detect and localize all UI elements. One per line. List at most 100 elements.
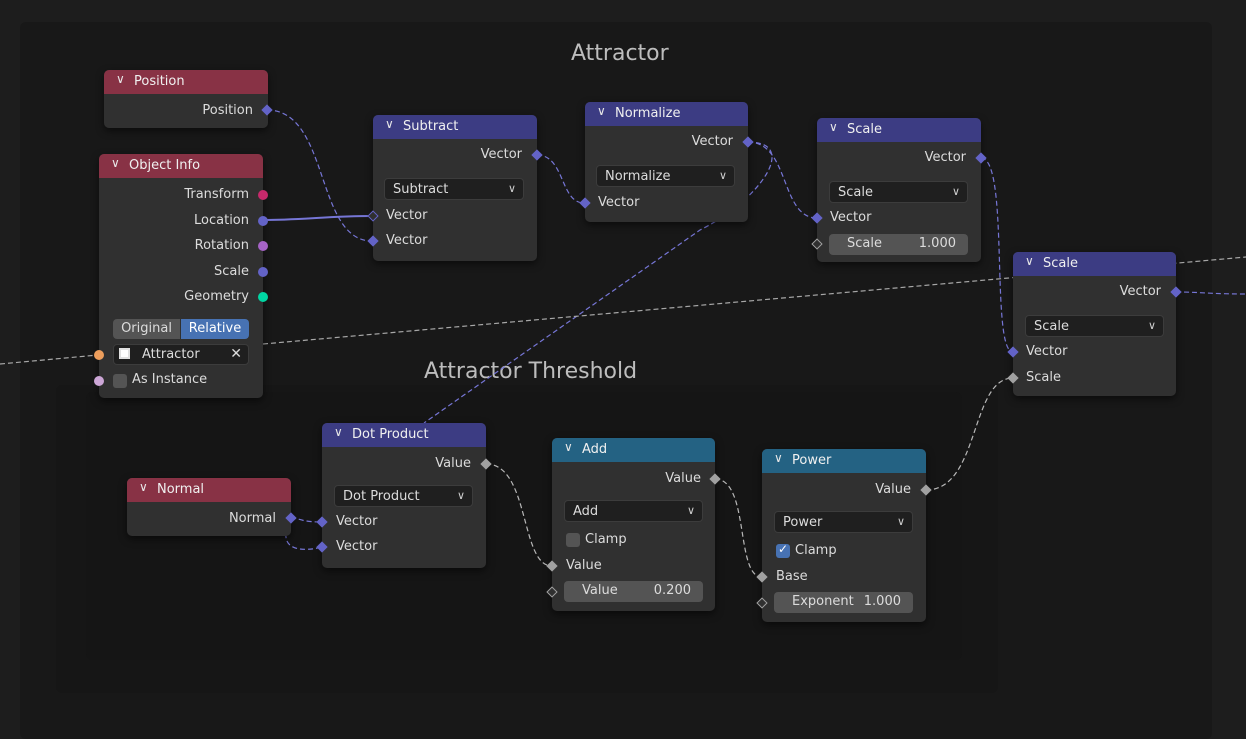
toggle-original[interactable]: Original <box>113 319 180 339</box>
clamp-label: Clamp <box>585 532 627 547</box>
node-header[interactable]: ∨ Scale <box>817 118 981 142</box>
node-header[interactable]: ∨ Object Info <box>99 154 263 178</box>
chevron-down-icon: ∨ <box>686 504 695 517</box>
node-title: Power <box>792 453 832 468</box>
operation-dropdown[interactable]: Dot Product ∨ <box>334 485 473 507</box>
field-value: 1.000 <box>863 594 901 609</box>
node-header[interactable]: ∨ Normalize <box>585 102 748 126</box>
chevron-down-icon[interactable]: ∨ <box>829 120 838 134</box>
node-header[interactable]: ∨ Scale <box>1013 252 1176 276</box>
dropdown-value: Scale <box>838 185 873 200</box>
output-value-label: Value <box>665 471 701 486</box>
node-header[interactable]: ∨ Dot Product <box>322 423 486 447</box>
object-name: Attractor <box>142 347 200 362</box>
input-vector-label: Vector <box>336 514 378 529</box>
node-object-info[interactable]: ∨ Object Info Transform Location Rotatio… <box>94 154 268 398</box>
chevron-down-icon[interactable]: ∨ <box>1025 254 1034 268</box>
node-title: Object Info <box>129 158 201 173</box>
as-instance-label: As Instance <box>132 372 208 387</box>
object-field[interactable]: Attractor ✕ <box>113 344 249 365</box>
clear-icon[interactable]: ✕ <box>230 346 242 362</box>
node-title: Normalize <box>615 106 681 121</box>
clamp-checkbox[interactable] <box>776 542 790 558</box>
input-base-label: Base <box>776 569 808 584</box>
input-vector-label: Vector <box>1026 344 1068 359</box>
operation-dropdown[interactable]: Normalize ∨ <box>596 165 735 187</box>
output-position-label: Position <box>202 103 253 118</box>
node-title: Scale <box>847 122 882 137</box>
node-normalize[interactable]: ∨ Normalize Vector Normalize ∨ Vector <box>579 102 754 222</box>
output-geometry-label: Geometry <box>184 289 249 304</box>
chevron-down-icon[interactable]: ∨ <box>111 156 120 170</box>
as-instance-checkbox[interactable] <box>113 374 127 388</box>
dropdown-value: Power <box>783 515 823 530</box>
node-scale-2[interactable]: ∨ Scale Vector Scale ∨ Vector Scale <box>1007 252 1182 396</box>
node-subtract[interactable]: ∨ Subtract Vector Subtract ∨ Vector Vect… <box>367 115 543 261</box>
chevron-down-icon[interactable]: ∨ <box>774 451 783 465</box>
input-vector-label: Vector <box>336 539 378 554</box>
chevron-down-icon[interactable]: ∨ <box>597 104 606 118</box>
output-transform-label: Transform <box>184 187 249 202</box>
chevron-down-icon[interactable]: ∨ <box>564 440 573 454</box>
exponent-field[interactable]: Exponent 1.000 <box>774 592 913 613</box>
output-geometry-socket[interactable] <box>258 292 268 302</box>
chevron-down-icon: ∨ <box>951 185 960 198</box>
node-header[interactable]: ∨ Normal <box>127 478 291 502</box>
chevron-down-icon: ∨ <box>507 182 516 195</box>
node-title: Normal <box>157 482 205 497</box>
dropdown-value: Normalize <box>605 169 671 184</box>
node-add[interactable]: ∨ Add Value Add ∨ Clamp Value Value 0.20… <box>546 438 721 611</box>
chevron-down-icon[interactable]: ∨ <box>139 480 148 494</box>
node-title: Add <box>582 442 608 457</box>
input-vector-label: Vector <box>386 233 428 248</box>
node-header[interactable]: ∨ Power <box>762 449 926 473</box>
node-power[interactable]: ∨ Power Value Power ∨ Clamp Base Exponen… <box>756 449 932 622</box>
chevron-down-icon: ∨ <box>1147 319 1156 332</box>
field-label: Value <box>582 583 618 598</box>
chevron-down-icon[interactable]: ∨ <box>385 117 394 131</box>
input-object-socket[interactable] <box>94 350 104 360</box>
output-vector-label: Vector <box>924 150 966 165</box>
node-header[interactable]: ∨ Subtract <box>373 115 537 139</box>
value-field[interactable]: Value 0.200 <box>564 581 703 602</box>
node-title: Dot Product <box>352 427 429 442</box>
input-vector-label: Vector <box>598 195 640 210</box>
node-header[interactable]: ∨ Add <box>552 438 715 462</box>
dropdown-value: Scale <box>1034 319 1069 334</box>
chevron-down-icon[interactable]: ∨ <box>334 425 343 439</box>
chevron-down-icon[interactable]: ∨ <box>116 72 125 86</box>
output-location-label: Location <box>194 213 249 228</box>
input-value-label: Value <box>566 558 602 573</box>
scale-field[interactable]: Scale 1.000 <box>829 234 968 255</box>
node-header[interactable]: ∨ Position <box>104 70 268 94</box>
clamp-label: Clamp <box>795 543 837 558</box>
dropdown-value: Subtract <box>393 182 449 197</box>
dropdown-value: Add <box>573 504 599 519</box>
output-scale-socket[interactable] <box>258 267 268 277</box>
operation-dropdown[interactable]: Scale ∨ <box>1025 315 1164 337</box>
operation-dropdown[interactable]: Subtract ∨ <box>384 178 524 200</box>
object-icon <box>119 348 130 359</box>
input-as-instance-socket[interactable] <box>94 376 104 386</box>
chevron-down-icon: ∨ <box>896 515 905 528</box>
clamp-checkbox[interactable] <box>566 533 580 547</box>
node-scale-1[interactable]: ∨ Scale Vector Scale ∨ Vector Scale 1.00… <box>811 118 987 262</box>
frame-title-attractor: Attractor <box>571 41 669 66</box>
operation-dropdown[interactable]: Power ∨ <box>774 511 913 533</box>
output-vector-label: Vector <box>1119 284 1161 299</box>
node-dot-product[interactable]: ∨ Dot Product Value Dot Product ∨ Vector… <box>316 423 492 568</box>
field-label: Exponent <box>792 594 854 609</box>
output-rotation-socket[interactable] <box>258 241 268 251</box>
output-location-socket[interactable] <box>258 216 268 226</box>
output-transform-socket[interactable] <box>258 190 268 200</box>
operation-dropdown[interactable]: Add ∨ <box>564 500 703 522</box>
field-value: 1.000 <box>918 236 956 251</box>
input-vector-label: Vector <box>830 210 872 225</box>
node-normal[interactable]: ∨ Normal Normal <box>127 478 297 536</box>
operation-dropdown[interactable]: Scale ∨ <box>829 181 968 203</box>
node-position[interactable]: ∨ Position Position <box>104 70 273 128</box>
output-vector-label: Vector <box>691 134 733 149</box>
output-rotation-label: Rotation <box>194 238 249 253</box>
toggle-relative[interactable]: Relative <box>181 319 249 339</box>
frame-title-attractor-threshold: Attractor Threshold <box>424 359 638 384</box>
